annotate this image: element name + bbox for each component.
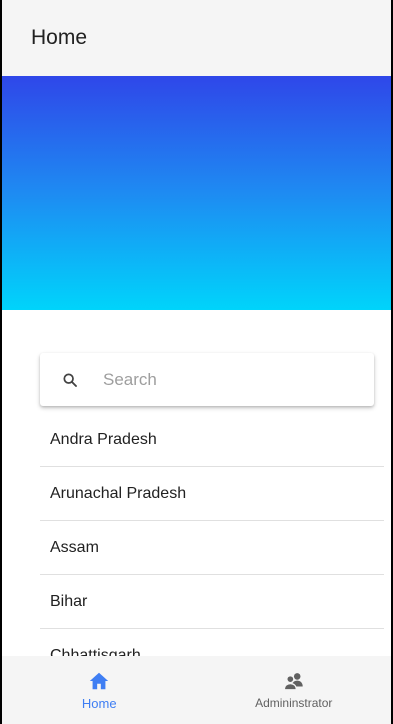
tab-administrator[interactable]: Admininstrator [197, 656, 392, 724]
app-screen: Home Andra Pradesh Arunachal Pradesh Ass… [2, 0, 391, 724]
search-bar[interactable] [40, 353, 374, 406]
search-icon [63, 372, 77, 387]
state-list: Andra Pradesh Arunachal Pradesh Assam Bi… [40, 413, 384, 683]
list-item[interactable]: Bihar [40, 575, 384, 629]
tab-administrator-label: Admininstrator [255, 696, 333, 710]
page-title: Home [31, 26, 88, 49]
bottom-navigation: Home Admininstrator [2, 656, 391, 724]
users-icon [283, 673, 303, 691]
app-bar: Home [2, 0, 391, 76]
tab-home-label: Home [81, 695, 117, 711]
list-item[interactable]: Andra Pradesh [40, 413, 384, 467]
search-input[interactable] [103, 369, 323, 390]
home-icon [90, 672, 109, 689]
list-item[interactable]: Assam [40, 521, 384, 575]
list-item[interactable]: Arunachal Pradesh [40, 467, 384, 521]
hero-banner [2, 76, 391, 310]
tab-home[interactable]: Home [2, 656, 197, 724]
